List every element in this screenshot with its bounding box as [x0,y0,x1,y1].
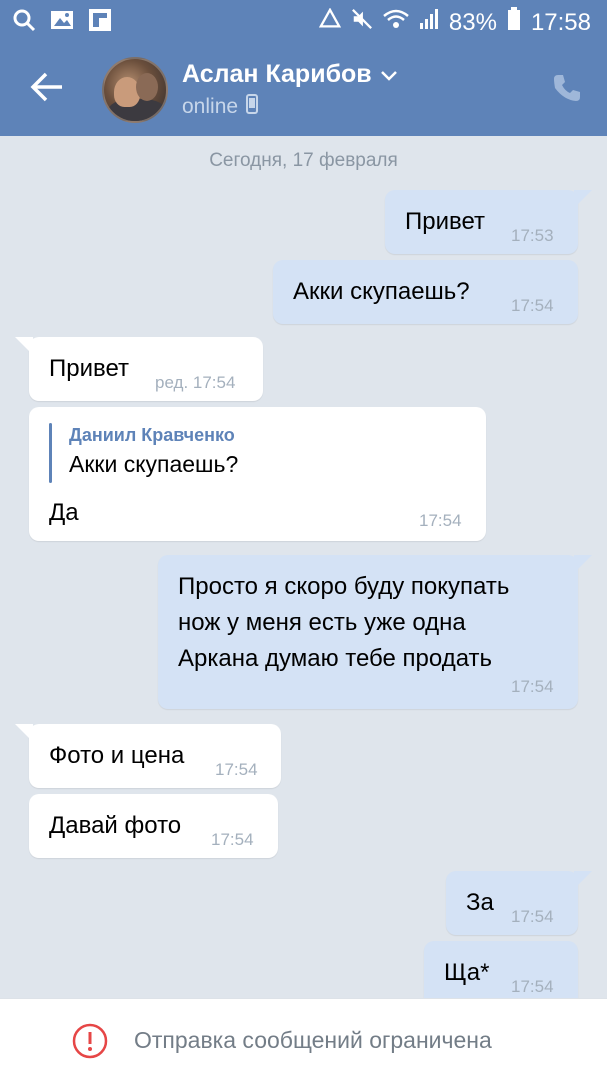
message-text: За [466,889,494,916]
presence-status: online [182,94,259,120]
message-incoming[interactable]: Давай фото 17:54 [29,794,278,858]
message-line: Аркана думаю тебе продать [178,645,493,672]
battery-icon [507,7,521,38]
recycle-icon [318,7,342,37]
signal-icon [419,8,439,37]
chevron-down-icon [380,60,398,89]
search-icon [12,8,36,37]
message-time: 17:53 [511,226,554,245]
message-text: Привет [405,208,486,235]
message-outgoing[interactable]: Акки скупаешь? 17:54 [273,260,578,324]
message-time: 17:54 [511,907,554,926]
battery-percent: 83% [448,8,497,36]
clock: 17:58 [530,8,591,36]
image-icon [50,8,74,37]
message-text: Ща* [444,959,490,986]
chat-header: Аслан Карибов online [0,42,607,136]
contact-name-label: Аслан Карибов [182,60,372,88]
restriction-bar: Отправка сообщений ограничена [0,998,607,1080]
message-text: Давай фото [49,812,182,839]
message-line: Просто я скоро буду покупать [178,573,510,600]
phone-icon[interactable] [551,72,583,104]
message-time: 17:54 [511,677,554,696]
contact-name[interactable]: Аслан Карибов [182,60,398,89]
message-time: 17:54 [211,830,254,849]
message-text: Фото и цена [49,742,185,769]
date-divider: Сегодня, 17 февраля [209,150,398,171]
back-arrow-icon[interactable] [30,70,64,104]
presence-label: online [182,95,239,118]
avatar[interactable] [102,57,168,123]
reply-author[interactable]: Даниил Кравченко [69,425,235,446]
mute-icon [351,8,373,37]
message-line: нож у меня есть уже одна [178,609,466,636]
message-time: 17:54 [511,977,554,996]
message-text: Привет [49,355,130,382]
message-outgoing[interactable]: За 17:54 [446,871,592,935]
status-bar: 83% 17:58 [0,0,607,42]
restriction-text: Отправка сообщений ограничена [134,1027,492,1053]
warning-icon [72,1023,108,1059]
message-time: 17:54 [419,511,462,530]
reply-text: Акки скупаешь? [69,451,239,477]
wifi-icon [383,8,409,37]
message-incoming-reply[interactable]: Даниил Кравченко Акки скупаешь? Да 17:54 [29,407,486,541]
message-incoming[interactable]: Привет ред. 17:54 [15,337,263,401]
flipboard-icon [88,8,112,37]
message-time: 17:54 [511,296,554,315]
mobile-icon [246,94,259,120]
message-text: Да [49,499,79,526]
message-text: Акки скупаешь? [293,278,470,305]
message-outgoing[interactable]: Ща* 17:54 [424,941,578,998]
message-outgoing[interactable]: Просто я скоро буду покупать нож у меня … [158,555,592,709]
message-time: ред. 17:54 [155,373,236,392]
message-outgoing[interactable]: Привет 17:53 [385,190,592,254]
reply-bar [49,423,52,483]
message-time: 17:54 [215,760,258,779]
message-list[interactable]: Сегодня, 17 февраля Привет 17:53 Акки ск… [0,136,607,998]
message-incoming[interactable]: Фото и цена 17:54 [15,724,281,788]
